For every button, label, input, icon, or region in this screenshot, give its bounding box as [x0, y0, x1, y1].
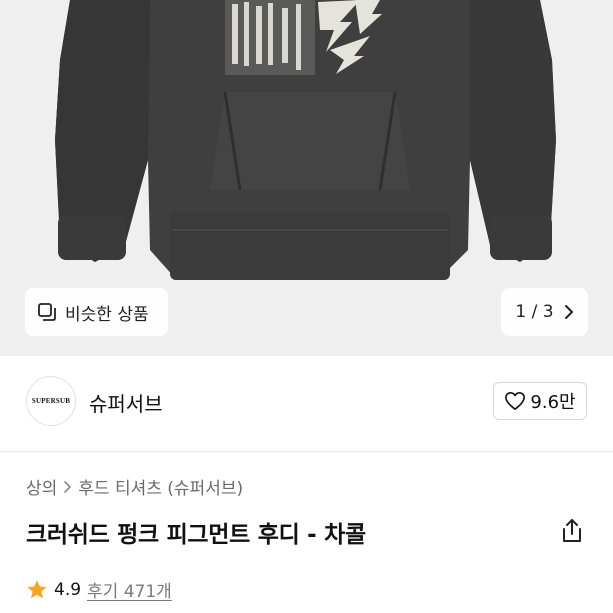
breadcrumb-item-category[interactable]: 후드 티셔츠 (슈퍼서브) — [78, 474, 243, 499]
brand-logo-text: SUPERSUB — [31, 397, 71, 405]
pager-text: 1 / 3 — [515, 302, 554, 322]
similar-products-button[interactable]: 비슷한 상품 — [25, 288, 168, 336]
reviews-link[interactable]: 후기 471개 — [87, 577, 172, 602]
like-count: 9.6만 — [530, 392, 576, 413]
brand-logo[interactable]: SUPERSUB — [26, 376, 76, 426]
brand-row: SUPERSUB 슈퍼서브 9.6만 — [0, 356, 613, 452]
chevron-right-icon — [64, 480, 72, 493]
star-icon — [27, 579, 47, 598]
product-title: 크러쉬드 펑크 피그먼트 후디 - 차콜 — [26, 522, 366, 548]
rating-row: 4.9 후기 471개 — [26, 577, 172, 602]
heart-icon — [505, 392, 526, 410]
image-pager[interactable]: 1 / 3 — [501, 288, 588, 336]
similar-icon — [38, 303, 56, 321]
breadcrumb-item-top[interactable]: 상의 — [26, 474, 57, 499]
product-image-area[interactable]: 비슷한 상품 1 / 3 — [0, 0, 613, 356]
chevron-right-icon — [564, 305, 573, 319]
share-icon[interactable] — [560, 518, 584, 544]
similar-products-label: 비슷한 상품 — [65, 304, 149, 325]
brand-name[interactable]: 슈퍼서브 — [89, 388, 163, 417]
like-button[interactable]: 9.6만 — [493, 382, 587, 420]
breadcrumb: 상의 후드 티셔츠 (슈퍼서브) — [26, 474, 243, 499]
rating-score: 4.9 — [54, 579, 82, 600]
